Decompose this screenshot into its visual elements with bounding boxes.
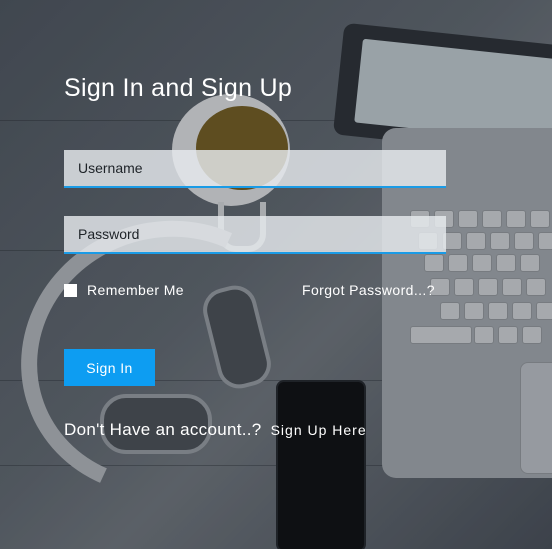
page-title: Sign In and Sign Up [64,74,293,102]
sign-in-button[interactable]: Sign In [64,349,155,386]
forgot-password-link[interactable]: Forgot Password...? [302,282,435,298]
remember-me-checkbox[interactable] [64,283,77,297]
signup-prompt: Don't Have an account..? Sign Up Here [64,420,367,440]
remember-me-label: Remember Me [87,282,184,298]
remember-me[interactable]: Remember Me [64,282,184,298]
username-input[interactable] [64,150,446,188]
login-form: Sign In and Sign Up Remember Me Forgot P… [0,0,552,549]
sign-up-link[interactable]: Sign Up Here [271,422,367,438]
password-input[interactable] [64,216,446,254]
account-prompt-text: Don't Have an account..? [64,420,262,439]
